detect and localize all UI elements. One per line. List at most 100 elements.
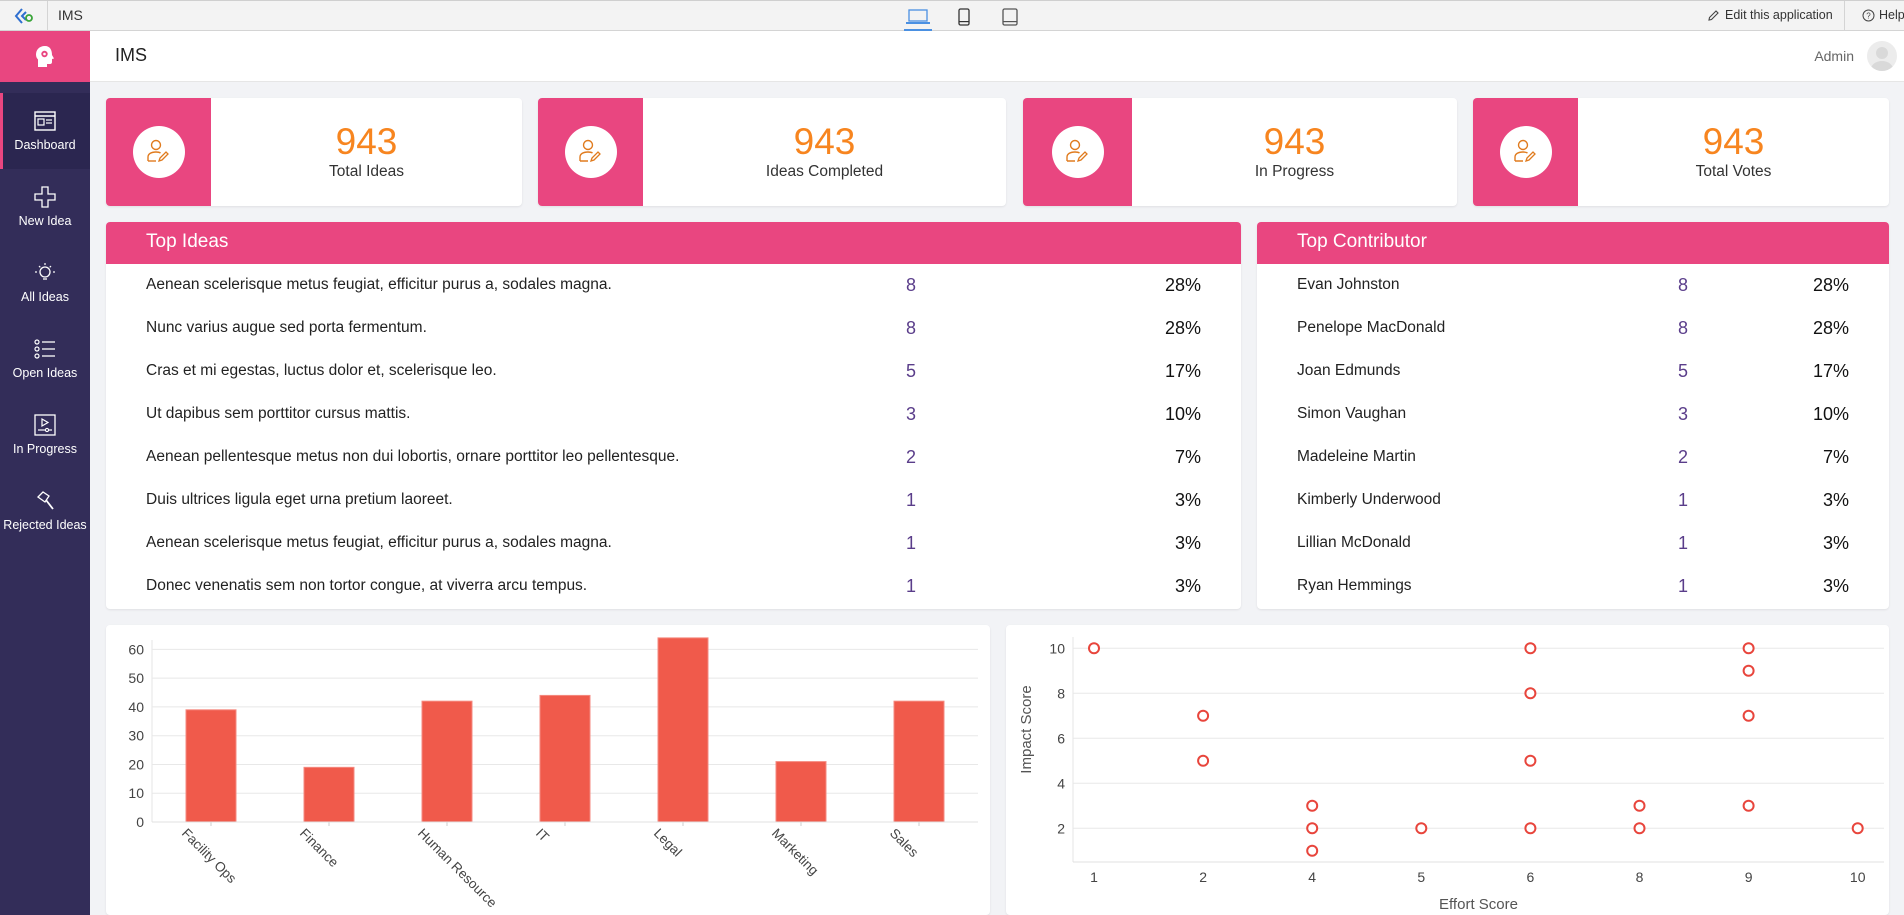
scatter-point[interactable]: [1851, 822, 1864, 835]
top-ideas-panel: Top Ideas Aenean scelerisque metus feugi…: [106, 222, 1241, 609]
bar-facility-ops[interactable]: [185, 709, 237, 823]
mobile-preview-button[interactable]: [950, 5, 978, 29]
row-count: 8: [906, 318, 917, 338]
scatter-point[interactable]: [1415, 822, 1428, 835]
platform-logo[interactable]: [0, 1, 48, 31]
bar-legal[interactable]: [657, 637, 709, 823]
scatter-point[interactable]: [1742, 642, 1755, 655]
scatter-point[interactable]: [1306, 799, 1319, 812]
topbar-divider: [1844, 1, 1845, 31]
row-percent: 28%: [1812, 275, 1849, 295]
row-percent: 3%: [1822, 576, 1849, 596]
y-tick-label: 40: [128, 699, 144, 715]
y-tick-label: 2: [1057, 820, 1065, 836]
scatter-point[interactable]: [1197, 709, 1210, 722]
x-tick-label: 4: [1308, 869, 1316, 885]
help-link[interactable]: ? Help: [1862, 8, 1904, 22]
table-row[interactable]: Cras et mi egestas, luctus dolor et, sce…: [106, 350, 1241, 393]
lightbulb-icon: [35, 263, 55, 280]
table-row[interactable]: Aenean scelerisque metus feugiat, effici…: [106, 264, 1241, 307]
head-gear-icon: [36, 45, 54, 67]
bar-sales[interactable]: [893, 700, 945, 823]
stat-value: 943: [1702, 121, 1765, 162]
y-tick-label: 10: [128, 785, 144, 801]
table-row[interactable]: Aenean scelerisque metus feugiat, effici…: [106, 522, 1241, 565]
x-tick-label: Human Resource: [415, 826, 500, 911]
table-row[interactable]: Ut dapibus sem porttitor cursus mattis. 3…: [106, 393, 1241, 436]
sidebar-item-in-progress[interactable]: In Progress: [0, 397, 90, 473]
row-count: 3: [1678, 404, 1689, 424]
scatter-point[interactable]: [1742, 799, 1755, 812]
row-percent: 28%: [1164, 275, 1201, 295]
sidebar-item-new-idea[interactable]: New Idea: [0, 169, 90, 245]
table-row[interactable]: Nunc varius augue sed porta fermentum. 8 2…: [106, 307, 1241, 350]
sidebar-item-open-ideas[interactable]: Open Ideas: [0, 321, 90, 397]
scatter-point[interactable]: [1524, 687, 1537, 700]
row-percent: 28%: [1812, 318, 1849, 338]
row-percent: 28%: [1164, 318, 1201, 338]
laptop-icon: [906, 9, 930, 24]
scatter-point[interactable]: [1633, 799, 1646, 812]
sidebar-item-rejected-ideas[interactable]: Rejected Ideas: [0, 473, 90, 549]
row-text: Lillian McDonald: [1297, 534, 1411, 551]
scatter-point[interactable]: [1742, 709, 1755, 722]
tablet-icon: [1002, 8, 1018, 26]
row-text: Kimberly Underwood: [1297, 491, 1441, 508]
table-row[interactable]: Aenean pellentesque metus non dui lobort…: [106, 436, 1241, 479]
scatter-point[interactable]: [1306, 844, 1319, 857]
brand-logo[interactable]: [0, 31, 90, 82]
table-row[interactable]: Duis ultrices ligula eget urna pretium l…: [106, 479, 1241, 522]
table-row[interactable]: Madeleine Martin 2 7%: [1257, 436, 1889, 479]
table-row[interactable]: Simon Vaughan 3 10%: [1257, 393, 1889, 436]
table-row[interactable]: Penelope MacDonald 8 28%: [1257, 307, 1889, 350]
bar-it[interactable]: [539, 694, 591, 823]
y-tick-label: 20: [128, 756, 144, 772]
row-count: 1: [906, 490, 917, 510]
row-text: Joan Edmunds: [1297, 362, 1401, 379]
dashboard-icon: [34, 111, 56, 131]
stat-value: 943: [335, 121, 398, 162]
scatter-point[interactable]: [1524, 754, 1537, 767]
x-tick-label: Marketing: [769, 826, 822, 879]
x-tick-label: IT: [533, 826, 552, 845]
department-bar-chart-card: 0 10 20 30 40 50 60 Facility Ops Finance Human Re…: [106, 625, 990, 915]
bar-marketing[interactable]: [775, 761, 827, 823]
edit-application-link[interactable]: Edit this application: [1707, 8, 1833, 22]
bar-human-resource[interactable]: [421, 700, 473, 823]
row-text: Cras et mi egestas, luctus dolor et, sce…: [146, 362, 497, 379]
row-count: 1: [906, 533, 917, 553]
y-tick-label: 0: [136, 814, 144, 830]
x-tick-label: 10: [1850, 869, 1866, 885]
table-row[interactable]: Ryan Hemmings 1 3%: [1257, 565, 1889, 608]
stat-label: Total Votes: [1695, 163, 1772, 180]
desktop-preview-button[interactable]: [904, 5, 932, 31]
bar-finance[interactable]: [303, 766, 355, 823]
row-text: Simon Vaughan: [1297, 405, 1407, 422]
scatter-point[interactable]: [1524, 822, 1537, 835]
sidebar-item-all-ideas[interactable]: All Ideas: [0, 245, 90, 321]
sidebar-item-dashboard[interactable]: Dashboard: [0, 93, 90, 169]
scatter-point[interactable]: [1633, 822, 1646, 835]
table-row[interactable]: Joan Edmunds 5 17%: [1257, 350, 1889, 393]
stat-card-total-ideas: 943 Total Ideas: [106, 98, 522, 206]
table-row[interactable]: Lillian McDonald 1 3%: [1257, 522, 1889, 565]
row-percent: 3%: [1174, 533, 1201, 553]
row-text: Donec venenatis sem non tortor congue, a…: [146, 577, 588, 594]
table-row[interactable]: Evan Johnston 8 28%: [1257, 264, 1889, 307]
scatter-point[interactable]: [1197, 754, 1210, 767]
avatar[interactable]: [1867, 41, 1897, 71]
table-row[interactable]: Kimberly Underwood 1 3%: [1257, 479, 1889, 522]
scatter-point[interactable]: [1088, 642, 1100, 655]
tablet-preview-button[interactable]: [996, 5, 1024, 29]
table-row[interactable]: Donec venenatis sem non tortor congue, a…: [106, 565, 1241, 608]
scatter-point[interactable]: [1742, 664, 1755, 677]
row-percent: 7%: [1174, 447, 1201, 467]
scatter-point[interactable]: [1306, 822, 1319, 835]
row-percent: 3%: [1822, 490, 1849, 510]
user-name[interactable]: Admin: [1814, 48, 1854, 64]
scatter-point[interactable]: [1524, 642, 1537, 655]
row-count: 5: [906, 361, 917, 381]
user-avatar-icon: [1871, 47, 1893, 71]
stat-label: In Progress: [1254, 163, 1335, 180]
y-tick-label: 50: [128, 670, 144, 686]
